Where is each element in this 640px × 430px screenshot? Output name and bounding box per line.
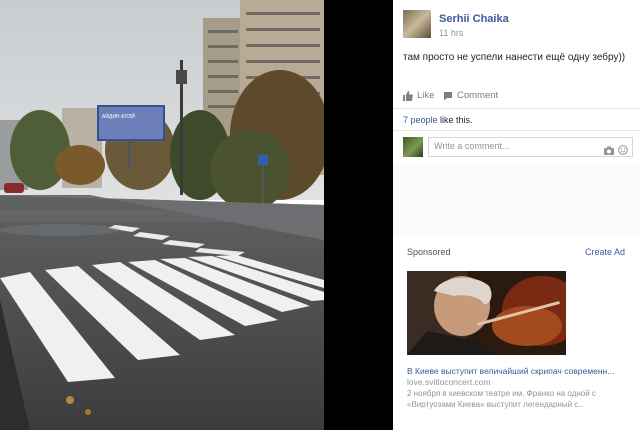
comment-button[interactable]: Comment	[443, 90, 498, 101]
like-icon	[403, 90, 413, 101]
blank-area	[393, 165, 640, 235]
photo-letterbox	[324, 0, 393, 430]
camera-icon[interactable]	[604, 142, 614, 160]
divider	[393, 130, 640, 131]
comment-composer	[403, 137, 633, 157]
comment-box[interactable]	[428, 137, 633, 157]
viewer-avatar	[403, 137, 423, 157]
divider	[393, 108, 640, 109]
author-name[interactable]: Serhii Chaika	[439, 13, 509, 25]
comment-input[interactable]	[434, 141, 584, 151]
comment-label: Comment	[457, 90, 499, 101]
ad-title-link[interactable]: В Киеве выступит величайший скрипач совр…	[407, 366, 631, 376]
smiley-icon[interactable]	[618, 142, 628, 160]
ad-description-line: 2 ноября в киевском театре им. Франко на…	[407, 389, 596, 398]
likes-suffix: like this.	[437, 115, 473, 125]
like-label: Like	[417, 90, 435, 101]
ad-image[interactable]	[407, 271, 566, 355]
author-avatar[interactable]	[403, 10, 431, 38]
create-ad-link[interactable]: Create Ad	[585, 247, 625, 257]
post-timestamp[interactable]: 11 hrs	[439, 28, 463, 38]
likes-summary: 7 people like this.	[403, 115, 473, 125]
post-photo[interactable]: АЙДИН ФЛЭЙ	[0, 0, 324, 430]
post-header: Serhii Chaika 11 hrs	[403, 10, 633, 40]
post-sidebar: Serhii Chaika 11 hrs там просто не успел…	[393, 0, 640, 430]
ad-description: 2 ноября в киевском театре им. Франко на…	[407, 388, 629, 410]
post-text: там просто не успели нанести ещё одну зе…	[403, 52, 626, 63]
like-button[interactable]: Like	[403, 90, 434, 101]
ad-url: love.svitloconcert.com	[407, 377, 491, 387]
ad-description-line: «Виртуозами Киева» выступит легендарный …	[407, 400, 585, 409]
comment-icon	[443, 91, 453, 101]
post-actions: Like Comment	[403, 90, 633, 104]
billboard-text: АЙДИН ФЛЭЙ	[102, 112, 135, 120]
sponsored-label: Sponsored	[407, 247, 451, 257]
likes-count-link[interactable]: 7 people	[403, 115, 438, 125]
